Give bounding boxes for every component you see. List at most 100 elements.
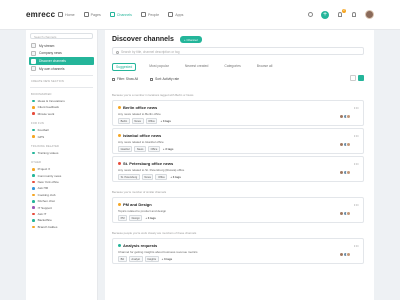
channel-name: Analysis requests	[123, 243, 158, 248]
sort-dropdown[interactable]: Sort: Activity rate	[150, 77, 179, 81]
tag[interactable]: News	[131, 118, 144, 125]
new-channel-button[interactable]: + Channel	[179, 36, 202, 44]
member-avatars	[339, 170, 351, 175]
sidebar-channel[interactable]: Training videos	[26, 150, 97, 156]
news-icon	[31, 50, 36, 56]
nav-apps[interactable]: Apps	[168, 12, 183, 17]
tag[interactable]: Office	[155, 174, 168, 181]
member-avatars	[339, 252, 351, 257]
sidebar-channel[interactable]: Branch battles	[26, 224, 97, 230]
channel-dot	[32, 206, 35, 209]
more-tags[interactable]: + 3 tags	[170, 175, 181, 179]
sidebar-item-my-stream[interactable]: My stream	[26, 42, 97, 50]
pages-icon	[83, 12, 89, 17]
nav-channels[interactable]: Channels	[109, 12, 132, 17]
sidebar-item-company-news[interactable]: Company news	[26, 50, 97, 58]
tag[interactable]: Office	[147, 146, 160, 153]
section-title: FOR FUN	[31, 121, 44, 125]
tag[interactable]: Biz	[118, 256, 127, 263]
more-options-icon[interactable]: •••	[354, 243, 359, 248]
channel-description: Any news related to St. Petersburg (Russ…	[118, 167, 185, 172]
more-options-icon[interactable]: •••	[354, 133, 359, 138]
more-options-icon[interactable]: •••	[354, 202, 359, 207]
tag[interactable]: Berlin	[118, 118, 130, 125]
channel-card[interactable]: Analysis requests Channel for getting in…	[112, 238, 364, 264]
more-tags[interactable]: + 3 tags	[162, 257, 173, 261]
sidebar-item-discover-channels[interactable]: Discover channels	[29, 57, 94, 66]
tag[interactable]: Insights	[144, 256, 159, 263]
channel-card[interactable]: PM and Design Topics related to product …	[112, 197, 364, 223]
nav-people[interactable]: People	[140, 12, 159, 17]
avatar	[346, 142, 351, 147]
nav-pages[interactable]: Pages	[83, 12, 101, 17]
channel-card[interactable]: Istanbul office news Any news related to…	[112, 128, 364, 154]
channels-icon	[109, 12, 115, 17]
filter-dropdown[interactable]: Filter: Show All	[112, 77, 138, 81]
apps-icon	[168, 12, 174, 17]
channel-name: Berlin office news	[123, 105, 158, 110]
tab-newest-created[interactable]: Newest created	[182, 63, 212, 71]
section-title: BOOKMARKED	[31, 92, 52, 96]
sidebar-item-my-own-channels[interactable]: My own channels	[26, 65, 97, 73]
search-icon[interactable]	[308, 12, 313, 17]
more-tags[interactable]: + 3 tags	[145, 216, 156, 220]
filter-bar: Filter: Show All Sort: Activity rate	[112, 74, 364, 84]
group-label: Because you're a member in locations tag…	[112, 93, 194, 97]
section-title: OTHER	[31, 161, 42, 165]
channel-card[interactable]: St. Petersburg office news Any news rela…	[112, 156, 364, 182]
tag[interactable]: St. Petersburg	[118, 174, 140, 181]
divider	[30, 74, 93, 76]
sidebar-search-input[interactable]: Search channels	[30, 33, 93, 39]
create-button[interactable]: +	[321, 10, 329, 19]
title-row: Discover channels + Channel	[112, 36, 202, 44]
tag[interactable]: Design	[129, 215, 143, 222]
bookmarks-button[interactable]	[351, 11, 357, 18]
tabs: Suggested Most popular Newest created Ca…	[112, 63, 285, 71]
channel-tags: St. Petersburg News Office + 3 tags	[118, 174, 181, 181]
discover-icon	[31, 58, 36, 64]
channel-dot	[32, 212, 35, 216]
channel-card[interactable]: Berlin office news Any news related to B…	[112, 100, 364, 126]
tag[interactable]: PM	[118, 215, 128, 222]
create-section-button[interactable]: CREATE NEW SECTION	[26, 78, 97, 85]
more-tags[interactable]: + 3 tags	[163, 147, 174, 151]
app-logo[interactable]: emrecc	[26, 10, 55, 19]
tag[interactable]: Istanbul	[118, 146, 133, 153]
tag[interactable]: News	[134, 146, 146, 153]
channel-dot	[32, 106, 35, 109]
tab-categories[interactable]: Categories	[221, 63, 243, 71]
channel-dot	[118, 134, 121, 137]
avatar	[346, 211, 351, 216]
channel-dot	[32, 180, 35, 184]
tab-browse-all[interactable]: Browse all	[254, 63, 276, 71]
sidebar-channel[interactable]: Minute work	[26, 111, 97, 117]
more-tags[interactable]: + 3 tags	[160, 119, 171, 123]
channel-dot	[32, 193, 35, 197]
member-avatars	[339, 211, 351, 216]
view-toggle	[348, 75, 364, 81]
more-options-icon[interactable]: •••	[354, 105, 359, 110]
nav-home[interactable]: Home	[58, 12, 75, 17]
tag[interactable]: Office	[145, 118, 158, 125]
tab-most-popular[interactable]: Most popular	[146, 63, 172, 71]
top-actions: + 2	[308, 8, 374, 19]
channel-dot	[118, 203, 121, 206]
group-label: Because people you're work closely are m…	[112, 231, 197, 235]
channel-search-input[interactable]: Search by title, channel description or …	[112, 47, 364, 55]
channel-name: Istanbul office news	[123, 133, 162, 138]
tag[interactable]: Analyst	[128, 256, 143, 263]
channel-description: Topics related to product and design	[118, 208, 167, 213]
channel-dot	[32, 135, 35, 138]
tag[interactable]: News	[141, 174, 154, 181]
sort-icon	[150, 77, 154, 81]
notifications-button[interactable]: 2	[337, 8, 346, 18]
grid-view-icon[interactable]	[358, 75, 364, 81]
stream-icon	[31, 43, 36, 49]
list-view-icon[interactable]	[350, 75, 356, 81]
sidebar-channel[interactable]: GPS	[26, 133, 97, 139]
tab-suggested[interactable]: Suggested	[112, 63, 137, 71]
channel-description: Any news related to Berlin office	[118, 111, 161, 116]
avatar[interactable]	[365, 10, 374, 19]
more-options-icon[interactable]: •••	[354, 161, 359, 166]
home-icon	[58, 12, 63, 17]
